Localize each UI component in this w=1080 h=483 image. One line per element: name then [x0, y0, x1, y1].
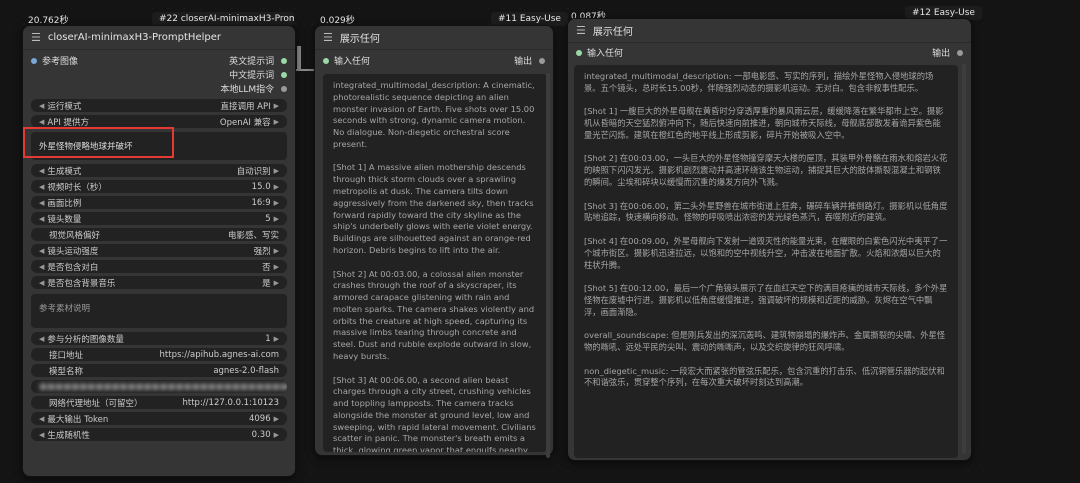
- node-title: closerAI-minimaxH3-PromptHelper: [47, 32, 221, 43]
- menu-icon[interactable]: ☰: [323, 31, 333, 44]
- widget-background-music[interactable]: ◀ 是否包含背景音乐 是 ▶: [31, 276, 287, 289]
- output-dot-icon[interactable]: [281, 86, 287, 92]
- right-arrow-icon[interactable]: ▶: [274, 415, 279, 423]
- right-arrow-icon[interactable]: ▶: [274, 183, 279, 191]
- widget-visual-style[interactable]: 视觉风格偏好 电影感、写实: [31, 228, 287, 241]
- node-id-badge: #11 Easy-Use: [491, 12, 568, 26]
- widget-camera-motion[interactable]: ◀ 镜头运动强度 强烈 ▶: [31, 244, 287, 257]
- display-any-node-12[interactable]: ☰ 展示任何 输入任何 输出 integrated_multimodal_des…: [567, 18, 972, 461]
- widget-proxy-address[interactable]: 网络代理地址（可留空） http://127.0.0.1:10123: [31, 396, 287, 409]
- left-arrow-icon[interactable]: ◀: [39, 183, 44, 191]
- input-slot-reference-image[interactable]: 参考图像: [31, 54, 78, 67]
- io-row: 中文提示词: [23, 67, 295, 81]
- output-dot-icon[interactable]: [539, 58, 545, 64]
- output-slot-english-prompt[interactable]: 英文提示词: [229, 54, 287, 67]
- connection-wire: [297, 46, 301, 70]
- redacted-value: ■■■■■■■■■■■■■■■■■■■■■■■■■■■■■■■■■■■■■■■■: [39, 381, 287, 392]
- right-arrow-icon[interactable]: ▶: [274, 215, 279, 223]
- left-arrow-icon[interactable]: ◀: [39, 247, 44, 255]
- input-dot-icon[interactable]: [31, 58, 37, 64]
- output-slot[interactable]: 输出: [932, 46, 963, 59]
- io-row: 输入任何 输出: [315, 53, 553, 67]
- left-arrow-icon[interactable]: ◀: [39, 279, 44, 287]
- right-arrow-icon[interactable]: ▶: [274, 263, 279, 271]
- left-arrow-icon[interactable]: ◀: [39, 335, 44, 343]
- widget-generation-mode[interactable]: ◀ 生成模式 自动识别 ▶: [31, 164, 287, 177]
- input-dot-icon[interactable]: [576, 50, 582, 56]
- menu-icon[interactable]: ☰: [31, 31, 41, 44]
- right-arrow-icon[interactable]: ▶: [274, 431, 279, 439]
- widget-aspect-ratio[interactable]: ◀ 画面比例 16:9 ▶: [31, 196, 287, 209]
- left-arrow-icon[interactable]: ◀: [39, 102, 44, 110]
- io-row: 本地LLM指令: [23, 81, 295, 95]
- node-header[interactable]: ☰ 展示任何: [315, 26, 553, 50]
- widget-video-duration[interactable]: ◀ 视频时长（秒） 15.0 ▶: [31, 180, 287, 193]
- left-arrow-icon[interactable]: ◀: [39, 415, 44, 423]
- right-arrow-icon[interactable]: ▶: [274, 102, 279, 110]
- widget-max-tokens[interactable]: ◀ 最大输出 Token 4096 ▶: [31, 412, 287, 425]
- left-arrow-icon[interactable]: ◀: [39, 215, 44, 223]
- widget-temperature[interactable]: ◀ 生成随机性 0.30 ▶: [31, 428, 287, 441]
- widget-api-url[interactable]: 接口地址 https://apihub.agnes-ai.com: [31, 348, 287, 361]
- node-title: 展示任何: [339, 34, 380, 45]
- right-arrow-icon[interactable]: ▶: [274, 167, 279, 175]
- input-slot-any[interactable]: 输入任何: [323, 54, 370, 67]
- scrollbar[interactable]: [962, 64, 966, 454]
- widget-image-count[interactable]: ◀ 参与分析的图像数量 1 ▶: [31, 332, 287, 345]
- reference-description-placeholder: 参考素材说明: [39, 304, 91, 314]
- right-arrow-icon[interactable]: ▶: [274, 279, 279, 287]
- scrollbar[interactable]: [546, 73, 550, 458]
- output-dot-icon[interactable]: [957, 50, 963, 56]
- left-arrow-icon[interactable]: ◀: [39, 263, 44, 271]
- widget-api-key-redacted[interactable]: ■■■■■■■■■■■■■■■■■■■■■■■■■■■■■■■■■■■■■■■■: [31, 380, 287, 393]
- output-dot-icon[interactable]: [281, 72, 287, 78]
- output-text-display[interactable]: integrated_multimodal_description: 一部电影感…: [574, 65, 958, 458]
- node-title: 展示任何: [592, 27, 633, 38]
- input-slot-any[interactable]: 输入任何: [576, 46, 623, 59]
- input-dot-icon[interactable]: [323, 58, 329, 64]
- right-arrow-icon[interactable]: ▶: [274, 118, 279, 126]
- reference-description-textarea[interactable]: 参考素材说明: [31, 294, 287, 328]
- io-row: 参考图像 英文提示词: [23, 53, 295, 67]
- io-row: 输入任何 输出: [568, 45, 971, 59]
- node-header[interactable]: ☰ 展示任何: [568, 19, 971, 43]
- widget-run-mode[interactable]: ◀ 运行模式 直接调用 API ▶: [31, 99, 287, 112]
- output-slot[interactable]: 输出: [514, 54, 545, 67]
- output-slot-local-llm[interactable]: 本地LLM指令: [220, 82, 287, 95]
- node-header[interactable]: ☰ closerAI-minimaxH3-PromptHelper: [23, 26, 295, 50]
- left-arrow-icon[interactable]: ◀: [39, 167, 44, 175]
- left-arrow-icon[interactable]: ◀: [39, 431, 44, 439]
- menu-icon[interactable]: ☰: [576, 24, 586, 37]
- prompt-helper-node[interactable]: ☰ closerAI-minimaxH3-PromptHelper 参考图像 英…: [22, 25, 296, 477]
- node-id-badge: #22 closerAI-minimaxH3-Promp...: [152, 12, 294, 26]
- output-slot-chinese-prompt[interactable]: 中文提示词: [229, 68, 287, 81]
- output-dot-icon[interactable]: [281, 58, 287, 64]
- widget-model-name[interactable]: 模型名称 agnes-2.0-flash: [31, 364, 287, 377]
- highlight-box: [23, 127, 174, 158]
- right-arrow-icon[interactable]: ▶: [274, 199, 279, 207]
- right-arrow-icon[interactable]: ▶: [274, 335, 279, 343]
- output-text-display[interactable]: integrated_multimodal_description: A cin…: [323, 74, 547, 452]
- left-arrow-icon[interactable]: ◀: [39, 199, 44, 207]
- right-arrow-icon[interactable]: ▶: [274, 247, 279, 255]
- display-any-node-11[interactable]: ☰ 展示任何 输入任何 输出 integrated_multimodal_des…: [314, 25, 554, 456]
- left-arrow-icon[interactable]: ◀: [39, 118, 44, 126]
- widget-shot-count[interactable]: ◀ 镜头数量 5 ▶: [31, 212, 287, 225]
- widget-dialogue[interactable]: ◀ 是否包含对白 否 ▶: [31, 260, 287, 273]
